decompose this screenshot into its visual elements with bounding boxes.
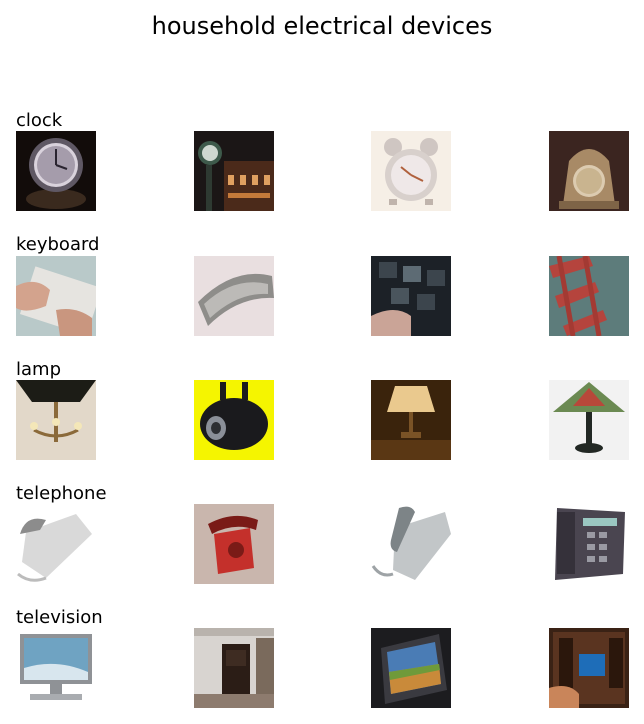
clock-image-2 bbox=[194, 131, 274, 211]
keyboard-image-4 bbox=[549, 256, 629, 336]
clock-image-3 bbox=[371, 131, 451, 211]
row-label-keyboard: keyboard bbox=[16, 234, 100, 255]
row-label-clock: clock bbox=[16, 110, 63, 131]
keyboard-image-3 bbox=[371, 256, 451, 336]
telephone-image-2 bbox=[194, 504, 274, 584]
telephone-image-1 bbox=[16, 504, 96, 584]
keyboard-image-1 bbox=[16, 256, 96, 336]
row-label-lamp: lamp bbox=[16, 359, 61, 380]
telephone-image-4 bbox=[549, 504, 629, 584]
lamp-image-1 bbox=[16, 380, 96, 460]
television-image-3 bbox=[371, 628, 451, 708]
lamp-image-3 bbox=[371, 380, 451, 460]
keyboard-image-2 bbox=[194, 256, 274, 336]
row-label-telephone: telephone bbox=[16, 483, 107, 504]
figure-title: household electrical devices bbox=[151, 12, 493, 40]
clock-image-4 bbox=[549, 131, 629, 211]
television-image-2 bbox=[194, 628, 274, 708]
telephone-image-3 bbox=[371, 504, 451, 584]
row-label-television: television bbox=[16, 607, 103, 628]
television-image-4 bbox=[549, 628, 629, 708]
lamp-image-4 bbox=[549, 380, 629, 460]
lamp-image-2 bbox=[194, 380, 274, 460]
television-image-1 bbox=[16, 628, 96, 708]
clock-image-1 bbox=[16, 131, 96, 211]
